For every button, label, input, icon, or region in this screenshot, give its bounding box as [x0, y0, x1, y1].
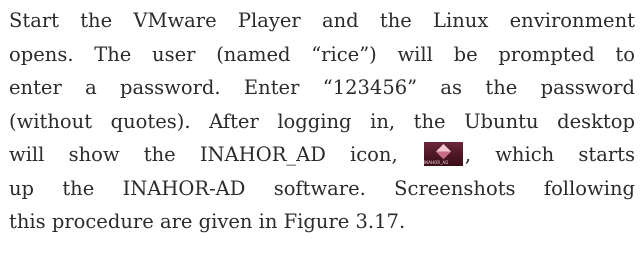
paragraph-line-5-end: , which starts	[464, 143, 635, 166]
inahor-ad-icon-caption: INAHOR_AD	[423, 160, 449, 165]
inahor-ad-icon: INAHOR_AD	[423, 142, 463, 166]
paragraph-line-2: opens. The user (named “rice”) will be p…	[9, 42, 635, 66]
paragraph-line-3: enter a password. Enter “123456” as the …	[9, 76, 635, 99]
paragraph-line-5-start: will show the INAHOR_AD icon,	[9, 143, 398, 166]
body-paragraph: Start the VMware Player and the Linux en…	[9, 4, 635, 239]
paragraph-line-5: will show the INAHOR_AD icon, INAHOR_AD,…	[9, 138, 635, 172]
paragraph-line-6: up the INAHOR-AD software. Screenshots f…	[9, 176, 635, 200]
paragraph-line-4: (without quotes). After logging in, the …	[9, 109, 635, 133]
paragraph-line-7: this procedure are given in Figure 3.17.	[9, 210, 406, 233]
document-page: Start the VMware Player and the Linux en…	[0, 0, 644, 276]
paragraph-line-1: Start the VMware Player and the Linux en…	[9, 9, 635, 32]
